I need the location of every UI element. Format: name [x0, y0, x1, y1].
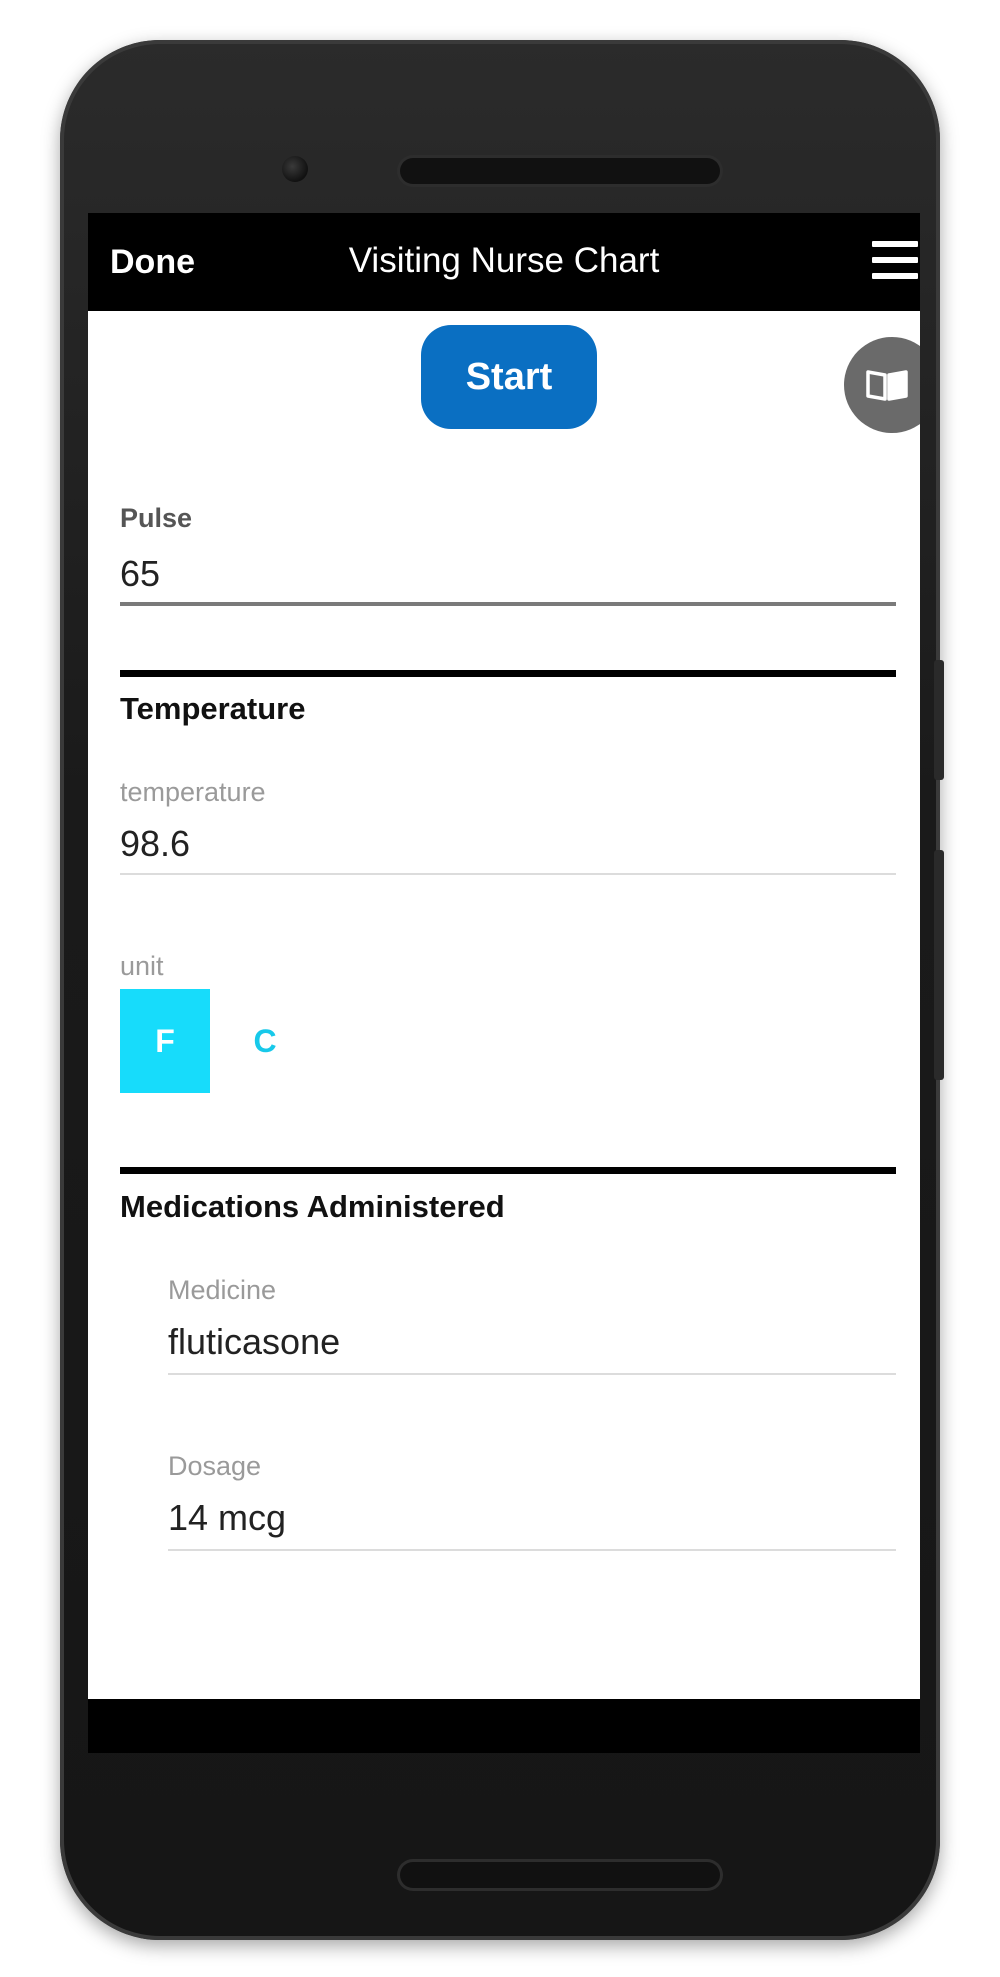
unit-label: unit: [120, 951, 164, 981]
open-book-button[interactable]: [844, 337, 920, 433]
unit-option-c[interactable]: C: [220, 989, 310, 1093]
pulse-underline: [120, 602, 896, 606]
dosage-input[interactable]: [168, 1495, 896, 1541]
dosage-underline: [168, 1549, 896, 1551]
app-screen: Done Visiting Nurse Chart Start Pulse Te…: [88, 213, 920, 1753]
pulse-input[interactable]: [120, 551, 896, 597]
page-title: Visiting Nurse Chart: [348, 241, 660, 280]
start-button[interactable]: Start: [421, 325, 597, 429]
temperature-input[interactable]: [120, 821, 896, 867]
medications-section-divider: [120, 1167, 896, 1174]
volume-button: [934, 850, 944, 1080]
temperature-underline: [120, 873, 896, 875]
medicine-underline: [168, 1373, 896, 1375]
pulse-label: Pulse: [120, 503, 193, 533]
earpiece-speaker: [400, 158, 720, 184]
hamburger-menu-icon[interactable]: [872, 241, 918, 281]
medications-section-title: Medications Administered: [120, 1189, 505, 1224]
unit-option-f[interactable]: F: [120, 989, 210, 1093]
temperature-label: temperature: [120, 777, 266, 807]
dosage-label: Dosage: [168, 1451, 262, 1481]
bottom-navigation-bar: [88, 1699, 920, 1753]
navigation-bar: Done Visiting Nurse Chart: [88, 213, 920, 311]
bottom-speaker: [400, 1862, 720, 1888]
front-camera: [282, 156, 308, 182]
open-book-icon: [866, 370, 908, 401]
medicine-input[interactable]: [168, 1319, 896, 1365]
temperature-section-divider: [120, 670, 896, 677]
temperature-section-title: Temperature: [120, 691, 306, 726]
medicine-label: Medicine: [168, 1275, 277, 1305]
power-button: [934, 660, 944, 780]
